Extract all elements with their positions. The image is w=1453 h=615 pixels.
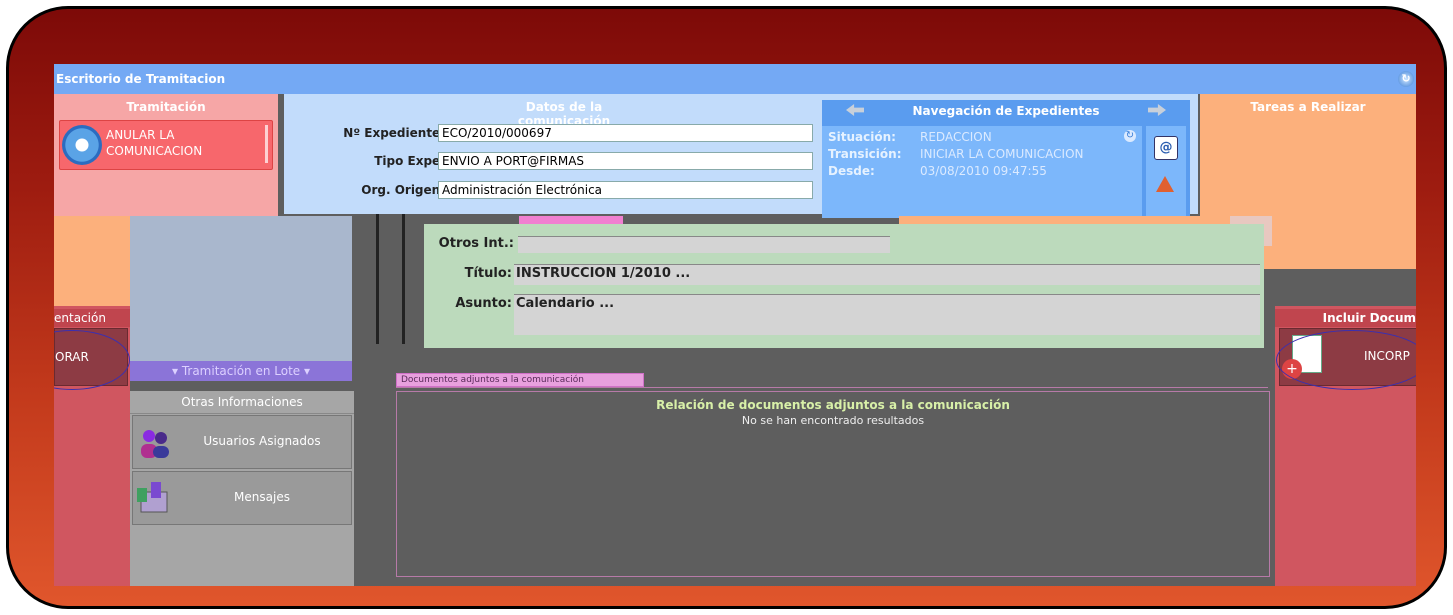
transicion-value: INICIAR LA COMUNICACION [920,147,1084,161]
expediente-label: Nº Expediente: [343,126,445,140]
arrow-left-icon[interactable] [846,104,864,116]
mensajes-label: Mensajes [234,490,290,504]
anular-comunicacion-button[interactable]: ANULAR LA COMUNICACION [59,120,273,170]
tab-underline [396,387,1268,388]
arrow-right-icon[interactable] [1148,104,1166,116]
documentos-tab[interactable]: Documentos adjuntos a la comunicación [396,373,644,387]
window-title: Escritorio de Tramitacion [56,72,226,86]
refresh-small-icon[interactable]: ↻ [1124,130,1136,142]
usuarios-asignados-button[interactable]: Usuarios Asignados [132,415,352,469]
app-window: Escritorio de Tramitacion ↻ Tramitación … [54,64,1416,586]
left-panel-header: entación [54,309,130,327]
tipo-expe-row: Tipo Expe: ENVIO A PORT@FIRMAS [284,152,824,170]
highlight-ellipse-right [1276,330,1416,390]
otras-informaciones-panel: Otras Informaciones Usuarios Asignados M… [130,391,354,586]
anular-label: ANULAR LA COMUNICACION [106,128,203,158]
expediente-field[interactable]: ECO/2010/000697 [438,124,813,142]
pink-strip-left [519,216,623,224]
navegacion-title: Navegación de Expedientes [912,104,1100,118]
shapes-icon[interactable] [1156,176,1174,192]
transicion-label: Transición: [828,147,902,161]
asunto-field[interactable]: Calendario ... [514,294,1260,335]
tramitacion-panel: Tramitación ANULAR LA COMUNICACION [54,94,278,216]
documentos-empty-message: No se han encontrado resultados [741,414,925,427]
refresh-icon[interactable]: ↻ [1398,71,1414,87]
navegacion-header: Navegación de Expedientes [822,100,1190,122]
documentos-panel: Relación de documentos adjuntos a la com… [396,391,1270,577]
titulo-label: Título: [464,266,512,281]
comunicacion-form: Otros Int.: Título: INSTRUCCION 1/2010 .… [424,224,1264,348]
asunto-label: Asunto: [455,296,512,311]
org-origen-field[interactable]: Administración Electrónica [438,181,813,199]
titulo-field[interactable]: INSTRUCCION 1/2010 ... [514,264,1260,285]
otras-header: Otras Informaciones [130,391,354,414]
situacion-label: Situación: [828,130,896,144]
desde-value: 03/08/2010 09:47:55 [920,164,1047,178]
tareas-header: Tareas a Realizar [1250,100,1366,114]
vertical-lines [374,214,424,354]
email-icon[interactable]: @ [1154,136,1178,160]
mensajes-button[interactable]: Mensajes [132,471,352,525]
incluir-header: Incluir Docum [1275,309,1416,327]
usuarios-label: Usuarios Asignados [203,434,321,448]
tipo-expe-label: Tipo Expe: [374,154,445,168]
documentos-title: Relación de documentos adjuntos a la com… [656,398,1010,412]
outer-frame: Escritorio de Tramitacion ↻ Tramitación … [6,6,1447,609]
title-bar: Escritorio de Tramitacion ↻ [54,64,1416,94]
otros-int-field[interactable] [518,236,890,253]
navegacion-tools: @ [1146,126,1186,218]
org-origen-row: Org. Origen: Administración Electrónica [284,181,824,199]
navegacion-info: Situación: REDACCION Transición: INICIAR… [822,126,1142,218]
otros-int-label: Otros Int.: [438,236,514,251]
tipo-expe-field[interactable]: ENVIO A PORT@FIRMAS [438,152,813,170]
desde-label: Desde: [828,164,875,178]
tramitacion-lote-toggle[interactable]: ▾ Tramitación en Lote ▾ [130,361,352,381]
left-peach-area [54,216,130,306]
expediente-row: Nº Expediente: ECO/2010/000697 [284,124,824,142]
org-origen-label: Org. Origen: [361,183,445,197]
gear-icon [62,125,102,165]
situacion-value: REDACCION [920,130,992,144]
tramitacion-header: Tramitación [126,100,206,114]
overlay-box [130,216,352,361]
navegacion-expedientes: Navegación de Expedientes Situación: RED… [822,100,1190,218]
datos-comunicacion-panel: Datos de la comunicación Nº Expediente: … [284,94,1198,218]
